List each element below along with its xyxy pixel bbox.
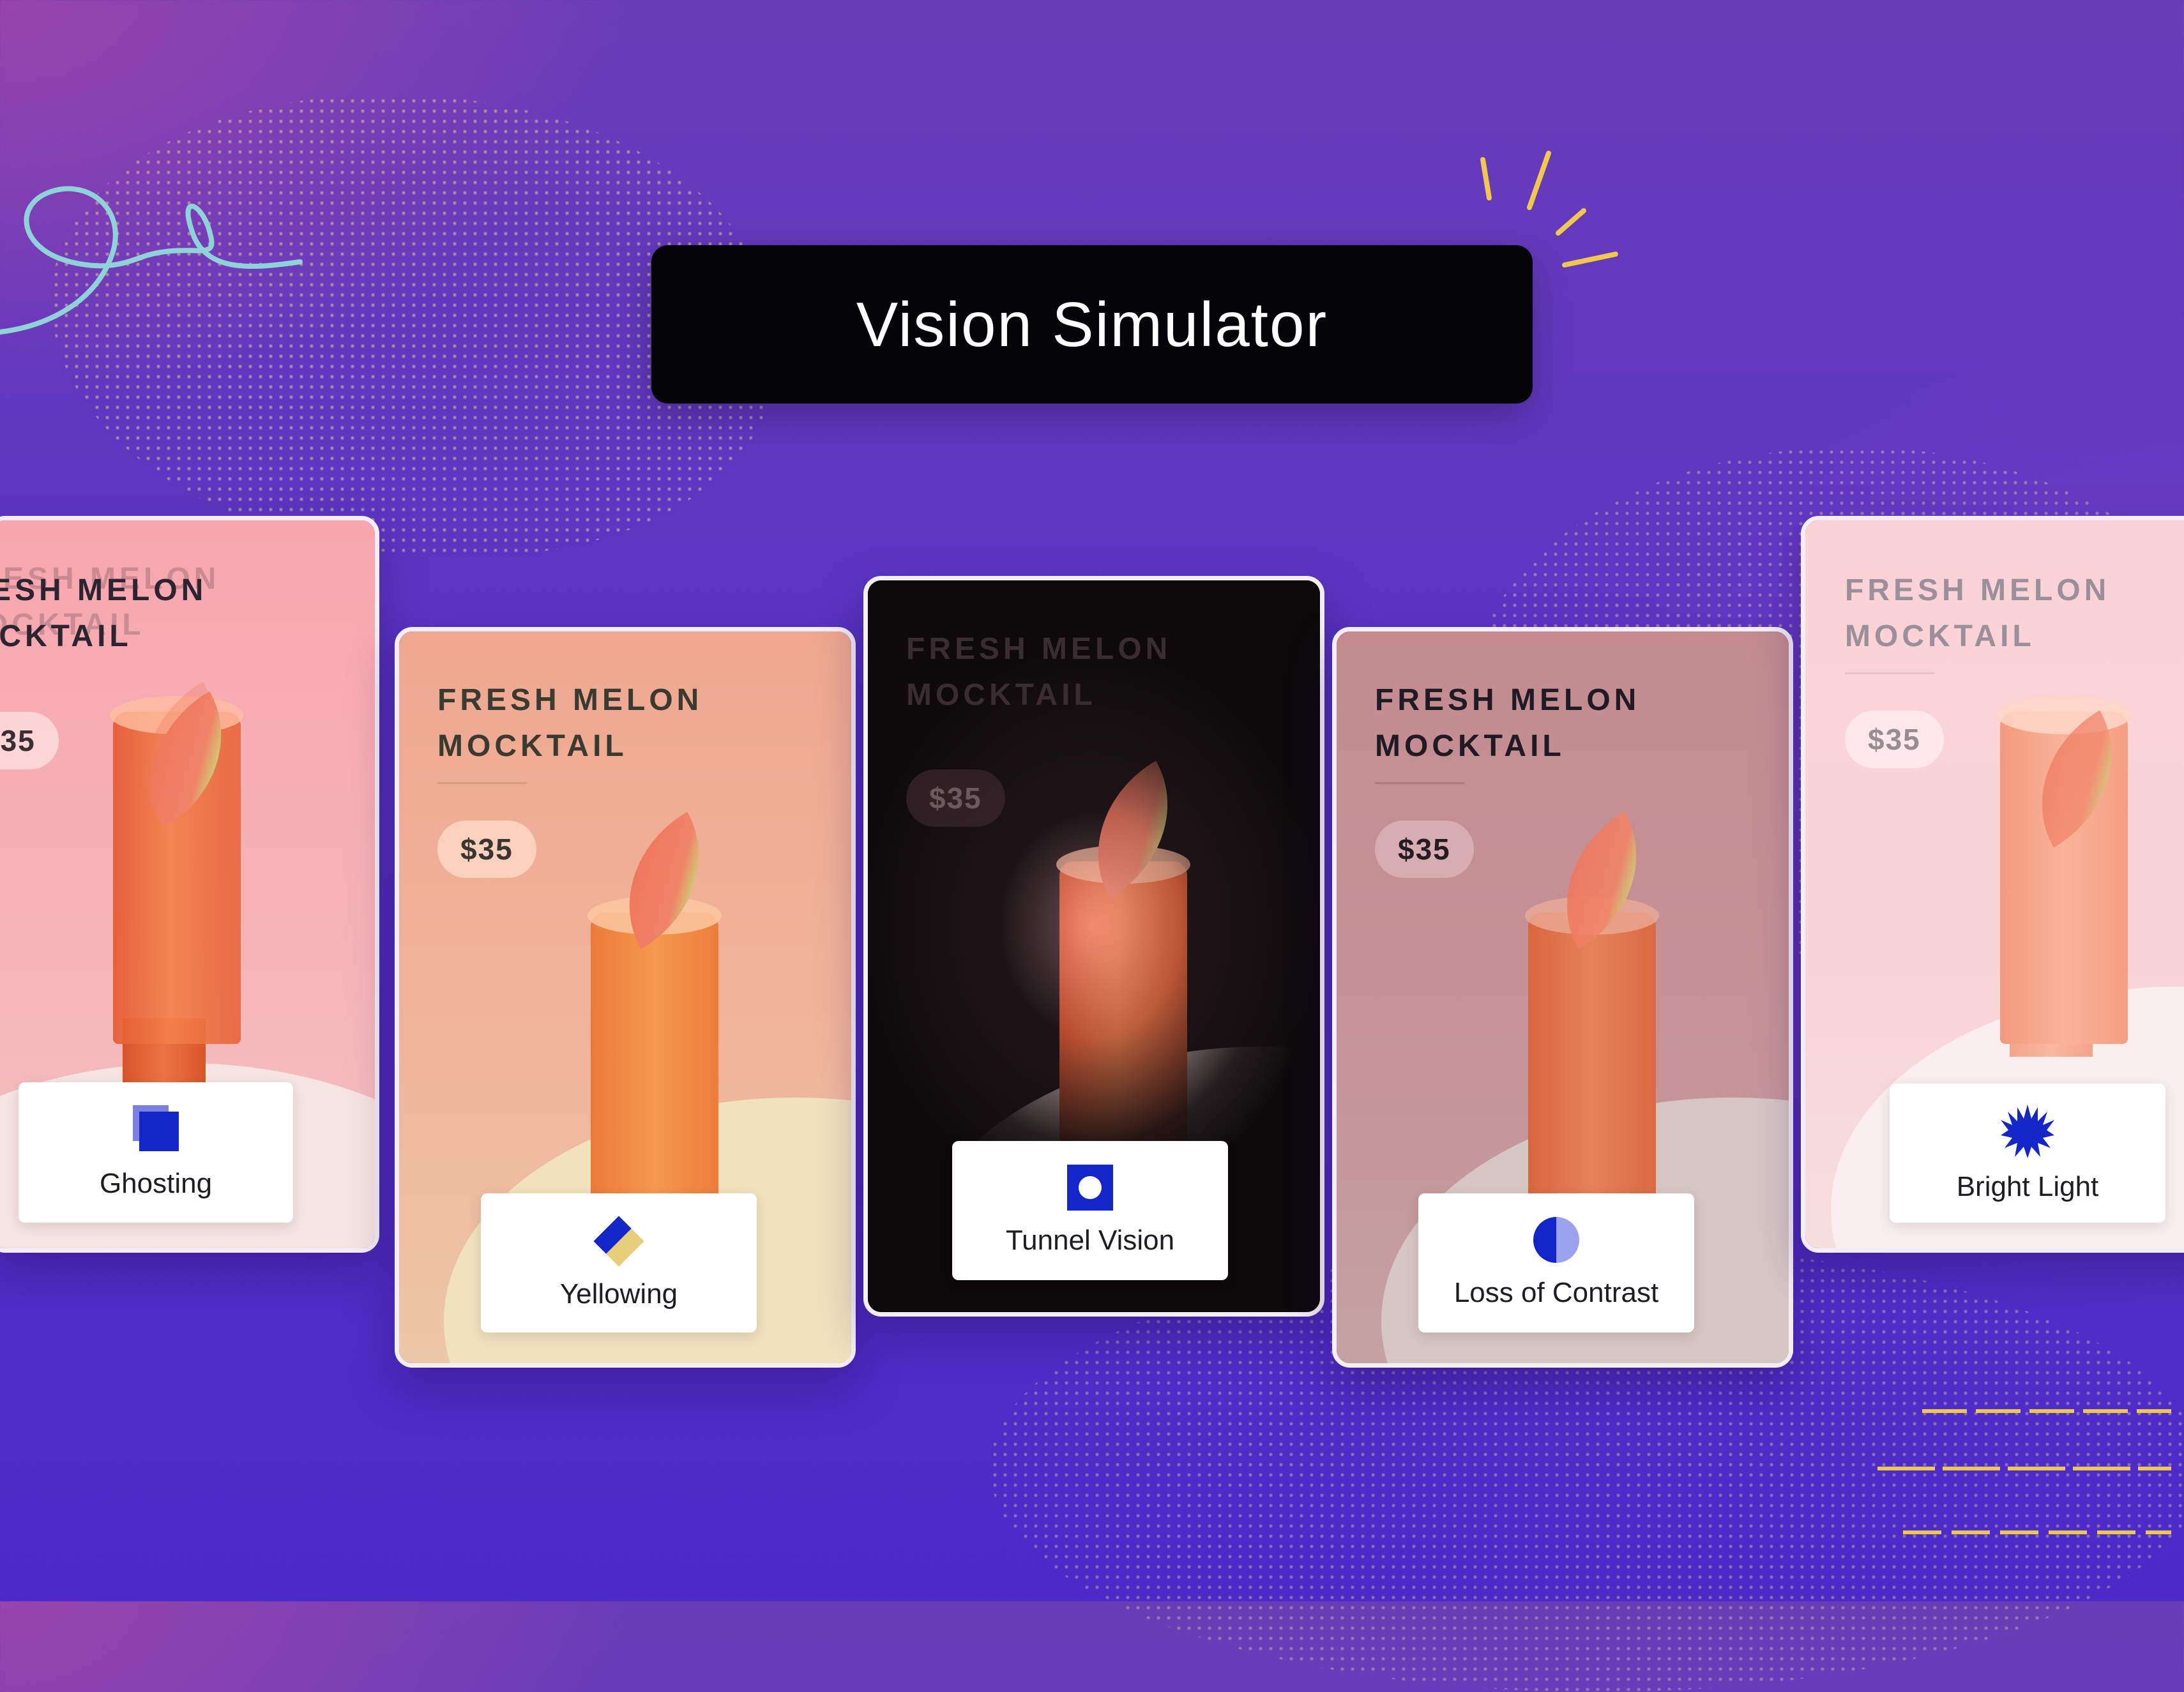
- ghosting-icon: [133, 1105, 179, 1151]
- product-title: FRESH MELONMOCKTAIL: [437, 683, 703, 763]
- simulation-card-yellowing[interactable]: FRESH MELON MOCKTAIL $35 Yellowing: [395, 627, 856, 1368]
- price-badge: $35: [0, 712, 59, 769]
- label-text: Tunnel Vision: [1005, 1225, 1175, 1256]
- page-title: Vision Simulator: [856, 289, 1328, 359]
- price-badge: $35: [1845, 711, 1944, 768]
- product-title: FRESH MELONMOCKTAIL: [906, 632, 1172, 712]
- label-text: Ghosting: [99, 1168, 213, 1199]
- product-title-ghost: FRESH MELONMOCKTAIL: [0, 562, 220, 642]
- yellowing-icon: [593, 1216, 644, 1267]
- yellow-dash-lines-decoration: [1877, 1409, 2171, 1534]
- label-loss-of-contrast[interactable]: Loss of Contrast: [1418, 1193, 1694, 1333]
- product-title: FRESH MELONMOCKTAIL: [1375, 683, 1641, 763]
- label-bright-light[interactable]: Bright Light: [1890, 1084, 2165, 1223]
- label-text: Yellowing: [559, 1278, 678, 1310]
- simulation-card-bright-light[interactable]: FRESH MELON MOCKTAIL $35 Bright Light: [1801, 516, 2184, 1253]
- label-yellowing[interactable]: Yellowing: [481, 1193, 757, 1333]
- price-badge: $35: [906, 769, 1005, 827]
- simulation-card-loss-of-contrast[interactable]: FRESH MELON MOCKTAIL $35 Loss of Contrast: [1332, 627, 1793, 1368]
- loss-of-contrast-icon: [1533, 1217, 1579, 1263]
- label-tunnel-vision[interactable]: Tunnel Vision: [952, 1141, 1228, 1280]
- simulation-card-ghosting[interactable]: FRESH MELONMOCKTAIL FRESH MELONMOCKTAIL …: [0, 516, 379, 1253]
- product-title: FRESH MELONMOCKTAIL: [1845, 573, 2111, 653]
- label-text: Loss of Contrast: [1453, 1277, 1659, 1308]
- title-banner: Vision Simulator: [651, 245, 1533, 404]
- bright-light-icon: [2001, 1105, 2054, 1158]
- tunnel-vision-icon: [1067, 1165, 1113, 1211]
- price-badge: $35: [1375, 820, 1474, 878]
- label-ghosting[interactable]: Ghosting: [19, 1082, 293, 1223]
- teal-scribble-decoration: [0, 186, 303, 335]
- label-text: Bright Light: [1956, 1171, 2099, 1202]
- price-badge: $35: [437, 820, 536, 878]
- simulation-card-tunnel-vision[interactable]: FRESH MELON MOCKTAIL $35 Tunnel Vision: [863, 576, 1324, 1317]
